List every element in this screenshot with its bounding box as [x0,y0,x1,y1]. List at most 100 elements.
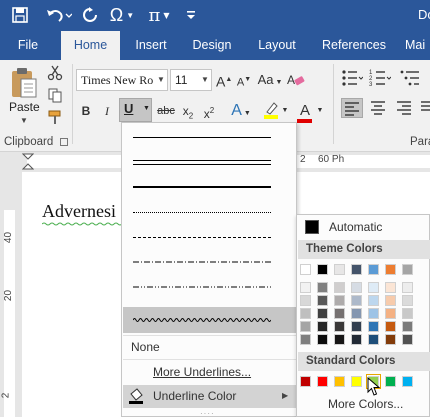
theme-color-swatch[interactable] [368,282,379,293]
theme-color-swatch[interactable] [317,321,328,332]
more-colors-item[interactable]: More Colors... [328,397,403,411]
highlight-dropdown-icon[interactable]: ▼ [281,100,289,122]
highlight-icon[interactable] [263,101,281,119]
paste-label[interactable]: Paste [9,100,40,114]
bullets-icon[interactable] [341,68,364,88]
tab-mailings[interactable]: Mai [405,31,430,60]
align-center-icon[interactable] [368,98,390,118]
theme-color-swatch[interactable] [402,264,413,275]
font-name-field[interactable]: Times New Ro [76,69,156,91]
format-painter-icon[interactable] [46,108,64,126]
tab-file[interactable]: File [9,31,47,60]
font-name-dropdown-icon[interactable]: ▼ [155,69,168,91]
theme-color-swatch[interactable] [334,295,345,306]
bold-button[interactable]: B [80,100,92,122]
tab-home[interactable]: Home [61,31,120,60]
theme-color-swatch[interactable] [351,264,362,275]
cut-icon[interactable] [46,64,64,82]
underline-single[interactable] [123,125,297,150]
italic-button[interactable]: I [102,100,112,122]
theme-color-swatch[interactable] [351,321,362,332]
underline-dropdown-icon[interactable]: ▼ [143,105,150,112]
theme-color-swatch[interactable] [300,334,311,345]
theme-color-swatch[interactable] [385,308,396,319]
subscript-button[interactable]: x2 [180,100,196,122]
theme-color-swatch[interactable] [334,334,345,345]
clear-formatting-icon[interactable]: A [287,71,305,89]
theme-color-swatch[interactable] [368,295,379,306]
shrink-font-icon[interactable]: A▼ [236,69,252,91]
underline-double[interactable] [123,150,297,175]
theme-color-swatch[interactable] [402,308,413,319]
symbol-icon[interactable]: Ω ▼ [106,4,138,26]
customize-icon[interactable] [184,4,198,26]
theme-color-swatch[interactable] [351,295,362,306]
tab-references[interactable]: References [316,31,392,60]
standard-color-swatch[interactable] [351,376,362,387]
theme-color-swatch[interactable] [368,334,379,345]
superscript-button[interactable]: x2 [201,100,217,122]
change-case-icon[interactable]: Aa ▼ [256,69,284,91]
theme-color-swatch[interactable] [368,321,379,332]
indent-marker-icon[interactable] [22,153,34,171]
underline-dotted[interactable] [123,200,297,225]
tab-layout[interactable]: Layout [250,31,304,60]
standard-color-swatch[interactable] [334,376,345,387]
underline-wave[interactable] [123,307,297,333]
theme-color-swatch[interactable] [402,334,413,345]
numbering-icon[interactable]: 123 [369,68,392,88]
theme-color-swatch[interactable] [300,264,311,275]
theme-color-swatch[interactable] [334,264,345,275]
theme-color-swatch[interactable] [368,308,379,319]
theme-color-swatch[interactable] [317,334,328,345]
theme-color-swatch[interactable] [300,295,311,306]
align-left-icon[interactable] [341,98,363,118]
theme-color-swatch[interactable] [334,282,345,293]
copy-icon[interactable] [46,86,64,104]
standard-color-swatch[interactable] [300,376,311,387]
automatic-color-item[interactable]: Automatic [298,216,430,239]
save-icon[interactable] [10,4,30,26]
theme-color-swatch[interactable] [368,264,379,275]
underline-dashed[interactable] [123,225,297,250]
theme-color-swatch[interactable] [385,321,396,332]
standard-color-swatch[interactable] [385,376,396,387]
theme-color-swatch[interactable] [317,264,328,275]
theme-color-swatch[interactable] [334,321,345,332]
undo-icon[interactable] [44,4,74,26]
standard-color-swatch[interactable] [402,376,413,387]
theme-color-swatch[interactable] [351,282,362,293]
justify-icon[interactable] [418,98,430,118]
theme-color-swatch[interactable] [334,308,345,319]
grow-font-icon[interactable]: A▲ [216,69,232,91]
theme-color-swatch[interactable] [385,282,396,293]
font-size-dropdown-icon[interactable]: ▼ [199,69,212,91]
more-underlines-item[interactable]: More Underlines... [153,365,251,379]
document-text[interactable]: Advernesi [42,201,116,222]
resize-grip-icon[interactable]: ···· [200,409,215,417]
theme-color-swatch[interactable] [402,295,413,306]
theme-color-swatch[interactable] [385,334,396,345]
paste-icon[interactable] [10,66,38,100]
tab-insert[interactable]: Insert [127,31,175,60]
theme-color-swatch[interactable] [317,308,328,319]
theme-color-swatch[interactable] [385,295,396,306]
theme-color-swatch[interactable] [402,321,413,332]
theme-color-swatch[interactable] [351,308,362,319]
standard-color-swatch[interactable] [317,376,328,387]
clipboard-launcher-icon[interactable] [60,138,68,146]
underline-dot-dash[interactable] [123,250,297,275]
font-color-dropdown-icon[interactable]: ▼ [316,100,324,122]
tab-design[interactable]: Design [185,31,239,60]
theme-color-swatch[interactable] [351,334,362,345]
align-right-icon[interactable] [394,98,416,118]
theme-color-swatch[interactable] [300,282,311,293]
paste-dropdown-icon[interactable]: ▼ [20,116,28,125]
underline-none-item[interactable]: None [131,340,160,354]
redo-icon[interactable] [80,4,100,26]
equation-icon[interactable]: π ▼ [144,4,174,26]
theme-color-swatch[interactable] [317,295,328,306]
font-size-field[interactable]: 11 [170,69,200,91]
text-effects-icon[interactable]: A ▼ [230,100,252,122]
theme-color-swatch[interactable] [300,308,311,319]
